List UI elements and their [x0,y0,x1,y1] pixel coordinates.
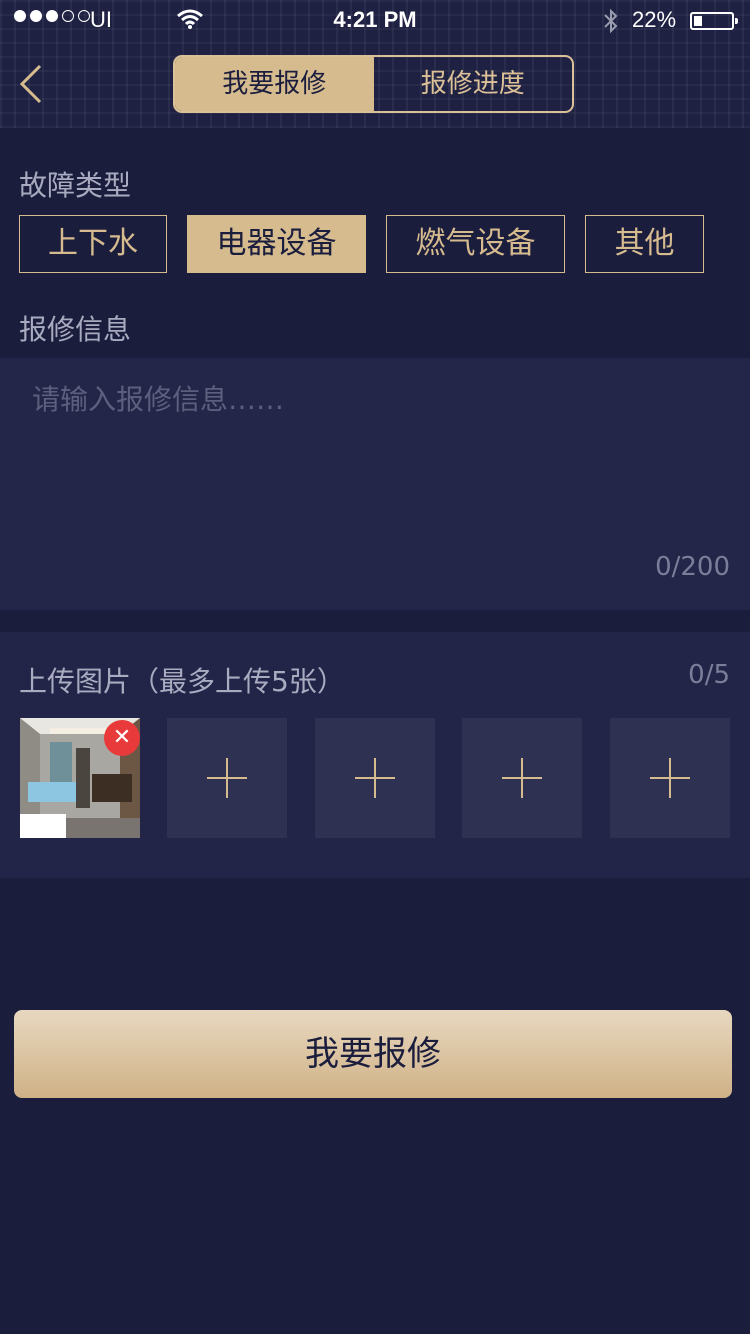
repair-info-label: 报修信息 [19,313,132,346]
fault-type-option-other[interactable]: 其他 [585,215,704,273]
tab-report-repair[interactable]: 我要报修 [175,57,374,111]
tab-repair-progress[interactable]: 报修进度 [374,57,573,111]
back-button[interactable] [14,62,54,106]
battery-percentage: 22% [632,7,677,32]
upload-section: 上传图片（最多上传5张） 0/5 [0,632,750,878]
fault-type-option-electrical[interactable]: 电器设备 [187,215,366,273]
add-photo-button[interactable] [167,718,287,838]
fault-type-label: 故障类型 [19,169,132,202]
fault-type-option-water[interactable]: 上下水 [19,215,167,273]
tab-switcher: 我要报修 报修进度 [173,55,574,113]
repair-info-panel: 0/200 [0,358,750,610]
bluetooth-icon [602,8,620,40]
add-photo-button[interactable] [462,718,582,838]
repair-info-input[interactable] [32,378,722,528]
fault-type-option-gas[interactable]: 燃气设备 [386,215,565,273]
battery-icon [690,12,738,30]
submit-repair-button[interactable]: 我要报修 [14,1010,732,1098]
status-bar: UI 4:21 PM 22% [0,0,750,40]
upload-count: 0/5 [688,660,730,690]
character-counter: 0/200 [655,552,730,582]
close-icon: ✕ [112,725,132,750]
remove-photo-button[interactable]: ✕ [104,720,140,756]
header: UI 4:21 PM 22% 我要报修 报修进度 [0,0,750,128]
add-photo-button[interactable] [610,718,730,838]
add-photo-button[interactable] [315,718,435,838]
upload-title: 上传图片（最多上传5张） [19,665,345,698]
chevron-left-icon [19,64,42,104]
